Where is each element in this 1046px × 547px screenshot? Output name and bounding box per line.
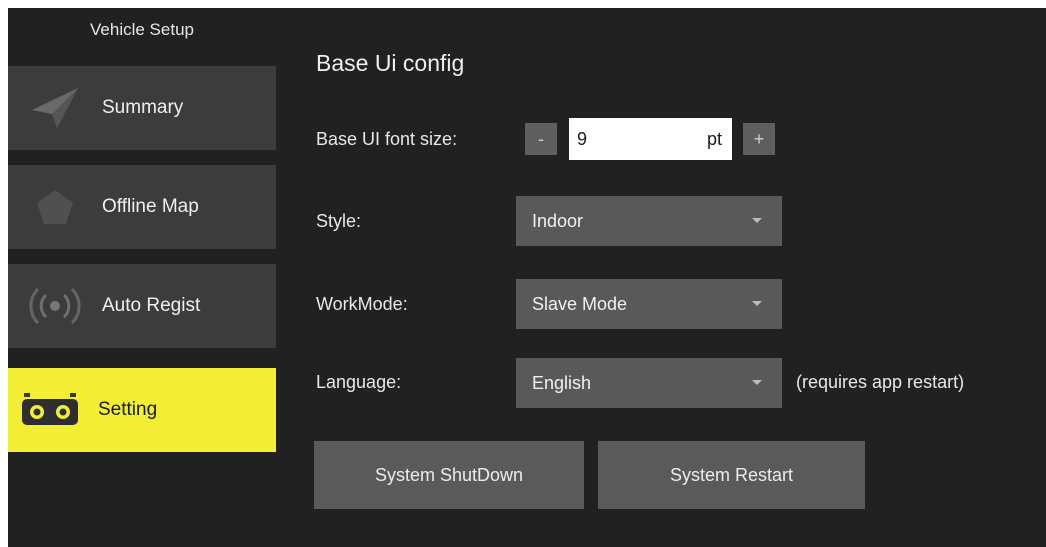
chevron-down-icon: [752, 380, 762, 385]
workmode-label: WorkMode:: [316, 294, 408, 314]
map-pentagon-icon: [26, 183, 84, 231]
sidebar-item-offline-map[interactable]: Offline Map: [8, 165, 276, 249]
app-window: Vehicle Setup Summary Offline Map Auto R…: [8, 8, 1046, 547]
font-size-value: 9: [577, 129, 588, 149]
restart-note: (requires app restart): [796, 372, 965, 392]
style-value: Indoor: [532, 211, 584, 231]
sidebar-title: Vehicle Setup: [90, 20, 194, 39]
section-title: Base Ui config: [316, 50, 465, 76]
sidebar: Vehicle Setup Summary Offline Map Auto R…: [8, 8, 276, 547]
language-value: English: [532, 373, 592, 393]
robot-face-icon: [8, 386, 92, 434]
language-dropdown[interactable]: English: [516, 358, 782, 408]
system-shutdown-button[interactable]: System ShutDown: [314, 441, 584, 509]
paper-plane-icon: [26, 84, 84, 132]
settings-panel: Base Ui config Base UI font size: - 9 pt…: [276, 8, 1046, 547]
font-size-input[interactable]: 9 pt: [569, 118, 732, 160]
sidebar-item-label: Offline Map: [102, 196, 199, 217]
system-restart-button[interactable]: System Restart: [598, 441, 865, 509]
font-size-increment-button[interactable]: +: [743, 123, 775, 155]
sidebar-item-auto-regist[interactable]: Auto Regist: [8, 264, 276, 348]
sidebar-item-setting[interactable]: Setting: [8, 368, 276, 452]
chevron-down-icon: [752, 218, 762, 223]
font-size-label: Base UI font size:: [316, 129, 458, 149]
style-dropdown[interactable]: Indoor: [516, 196, 782, 246]
sidebar-item-label: Summary: [102, 97, 184, 118]
sidebar-item-label: Auto Regist: [102, 295, 201, 316]
style-label: Style:: [316, 211, 362, 231]
font-size-unit: pt: [706, 129, 722, 149]
chevron-down-icon: [752, 301, 762, 306]
sidebar-item-label: Setting: [98, 399, 158, 420]
language-label: Language:: [316, 372, 402, 392]
workmode-dropdown[interactable]: Slave Mode: [516, 279, 782, 329]
broadcast-icon: [26, 282, 84, 330]
font-size-decrement-button[interactable]: -: [525, 123, 557, 155]
sidebar-item-summary[interactable]: Summary: [8, 66, 276, 150]
workmode-value: Slave Mode: [532, 294, 628, 314]
